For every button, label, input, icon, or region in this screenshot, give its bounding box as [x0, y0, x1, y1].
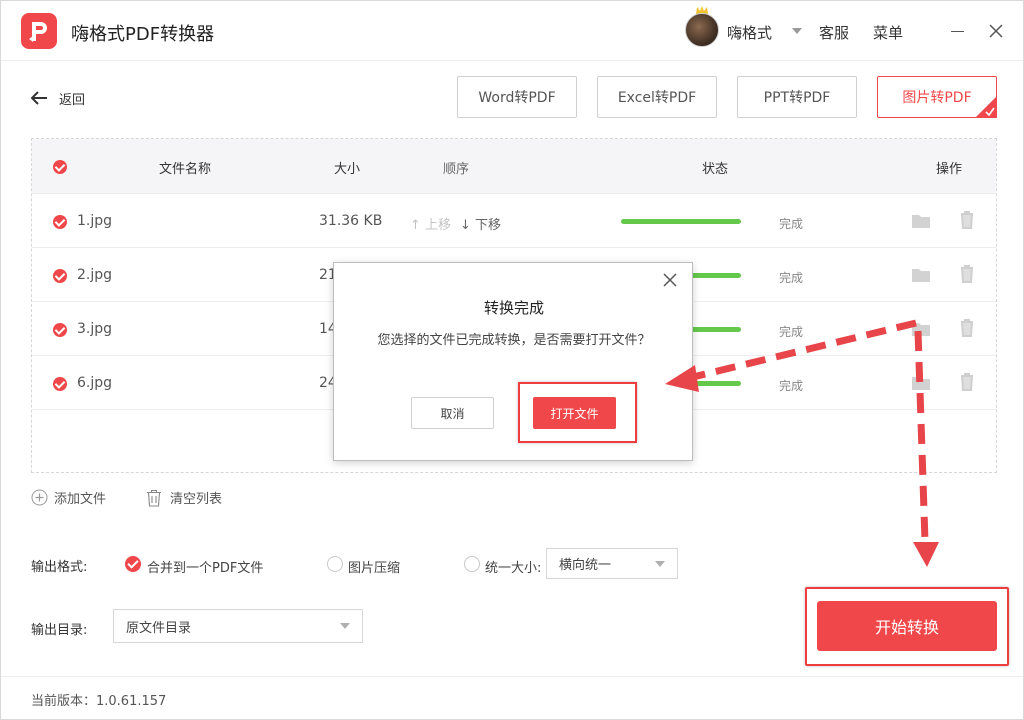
- tab-image-to-pdf-label: 图片转PDF: [902, 90, 972, 106]
- select-all-checkbox[interactable]: [53, 160, 67, 174]
- move-up-button[interactable]: ↑ 上移: [410, 214, 451, 233]
- column-header-actions: 操作: [936, 162, 963, 177]
- status-text: 完成: [779, 217, 804, 231]
- file-name: 6.jpg: [77, 375, 113, 391]
- check-corner-icon: [975, 96, 997, 118]
- back-button[interactable]: 返回: [29, 87, 85, 109]
- menu-link[interactable]: 菜单: [873, 22, 903, 43]
- tab-image-to-pdf[interactable]: 图片转PDF: [877, 76, 997, 118]
- column-header-name: 文件名称: [159, 162, 212, 177]
- version-text: 当前版本：1.0.61.157: [31, 694, 167, 709]
- compress-radio[interactable]: [327, 556, 343, 572]
- merge-pdf-label[interactable]: 合并到一个PDF文件: [147, 557, 263, 576]
- minimize-button[interactable]: [947, 17, 969, 45]
- column-header-status: 状态: [702, 162, 729, 177]
- column-header-size: 大小: [334, 162, 361, 177]
- table-header: 文件名称 大小 顺序 状态 操作: [32, 139, 996, 194]
- table-row: 1.jpg 31.36 KB ↑ 上移 ↓ 下移 完成: [32, 194, 996, 248]
- cancel-button[interactable]: 取消: [411, 397, 494, 429]
- uniform-size-label[interactable]: 统一大小:: [485, 557, 541, 576]
- uniform-size-value: 横向统一: [559, 558, 612, 573]
- output-dir-value: 原文件目录: [126, 620, 192, 636]
- folder-icon[interactable]: [911, 213, 931, 229]
- file-name: 1.jpg: [77, 213, 113, 229]
- clear-list-button[interactable]: 清空列表: [146, 488, 222, 507]
- row-checkbox[interactable]: [53, 269, 67, 283]
- folder-icon[interactable]: [911, 321, 931, 337]
- back-label: 返回: [59, 92, 86, 108]
- tab-excel-to-pdf[interactable]: Excel转PDF: [597, 76, 717, 118]
- chevron-down-icon[interactable]: [792, 28, 802, 34]
- uniform-size-select[interactable]: 横向统一: [546, 548, 678, 579]
- pdf-logo-icon: [21, 13, 57, 49]
- close-icon[interactable]: [985, 19, 1007, 43]
- clear-list-label: 清空列表: [170, 492, 223, 507]
- folder-icon[interactable]: [911, 375, 931, 391]
- start-convert-button[interactable]: 开始转换: [817, 601, 997, 651]
- trash-icon[interactable]: [959, 210, 975, 230]
- chevron-down-icon: [340, 623, 350, 629]
- output-format-label: 输出格式:: [31, 560, 88, 575]
- folder-icon[interactable]: [911, 267, 931, 283]
- plus-circle-icon: [31, 489, 48, 506]
- row-checkbox[interactable]: [53, 215, 67, 229]
- column-header-order: 顺序: [443, 162, 470, 177]
- conversion-complete-dialog: 转换完成 您选择的文件已完成转换，是否需要打开文件？ 取消 打开文件: [333, 262, 693, 461]
- dialog-title: 转换完成: [483, 299, 544, 317]
- tab-word-to-pdf[interactable]: Word转PDF: [457, 76, 577, 118]
- annotation-arrow-head: [913, 542, 939, 567]
- trash-icon[interactable]: [959, 372, 975, 392]
- title-bar: 嗨格式PDF转换器 嗨格式 客服 菜单: [1, 1, 1023, 61]
- file-name: 3.jpg: [77, 321, 113, 337]
- output-dir-label: 输出目录:: [31, 623, 88, 638]
- avatar[interactable]: [685, 13, 719, 47]
- user-name[interactable]: 嗨格式: [727, 22, 772, 43]
- add-file-button[interactable]: 添加文件: [31, 488, 106, 507]
- add-file-label: 添加文件: [54, 492, 107, 507]
- footer: 当前版本：1.0.61.157: [1, 676, 1023, 719]
- uniform-size-radio[interactable]: [464, 556, 480, 572]
- file-name: 2.jpg: [77, 267, 113, 283]
- trash-icon: [147, 489, 161, 507]
- app-title: 嗨格式PDF转换器: [71, 24, 215, 45]
- merge-pdf-radio[interactable]: [125, 556, 141, 572]
- close-icon[interactable]: [662, 272, 678, 288]
- row-checkbox[interactable]: [53, 323, 67, 337]
- row-checkbox[interactable]: [53, 377, 67, 391]
- chevron-down-icon: [655, 560, 665, 567]
- tab-ppt-to-pdf[interactable]: PPT转PDF: [737, 76, 857, 118]
- trash-icon[interactable]: [959, 264, 975, 284]
- output-dir-select[interactable]: 原文件目录: [113, 609, 363, 643]
- move-down-button[interactable]: ↓ 下移: [460, 214, 501, 233]
- service-link[interactable]: 客服: [819, 22, 849, 43]
- progress-bar: [621, 219, 741, 224]
- compress-label[interactable]: 图片压缩: [348, 557, 400, 576]
- arrow-left-icon: [30, 91, 47, 105]
- file-size: 31.36 KB: [319, 213, 383, 229]
- open-file-button[interactable]: 打开文件: [533, 397, 616, 429]
- status-text: 完成: [779, 325, 804, 339]
- dialog-message: 您选择的文件已完成转换，是否需要打开文件？: [377, 333, 651, 348]
- status-text: 完成: [779, 379, 804, 393]
- app-window: 嗨格式PDF转换器 嗨格式 客服 菜单 返回 Word转PDF Excel转PD…: [0, 0, 1024, 720]
- status-text: 完成: [779, 271, 804, 285]
- trash-icon[interactable]: [959, 318, 975, 338]
